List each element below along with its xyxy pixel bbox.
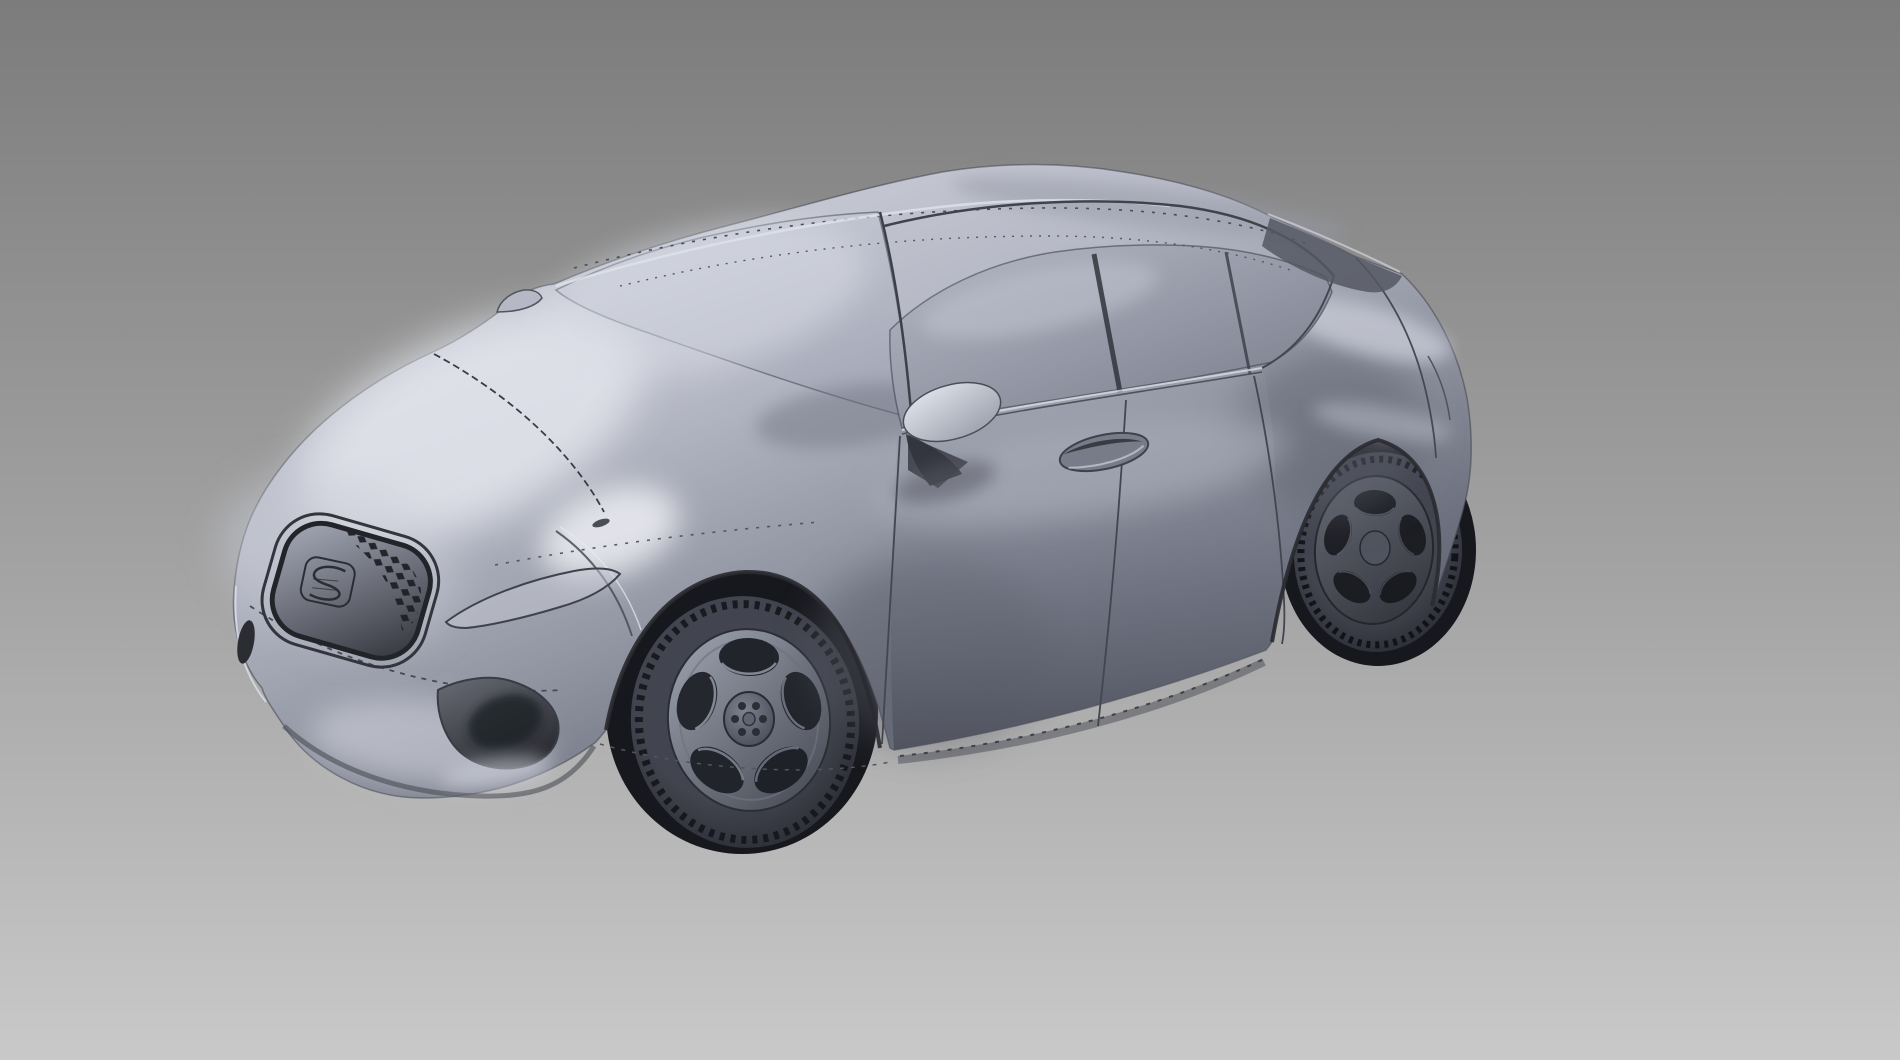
rear-hub — [1360, 531, 1390, 565]
render-canvas[interactable] — [0, 0, 1900, 1060]
front-hub — [724, 692, 774, 746]
3d-viewport[interactable] — [0, 0, 1900, 1060]
